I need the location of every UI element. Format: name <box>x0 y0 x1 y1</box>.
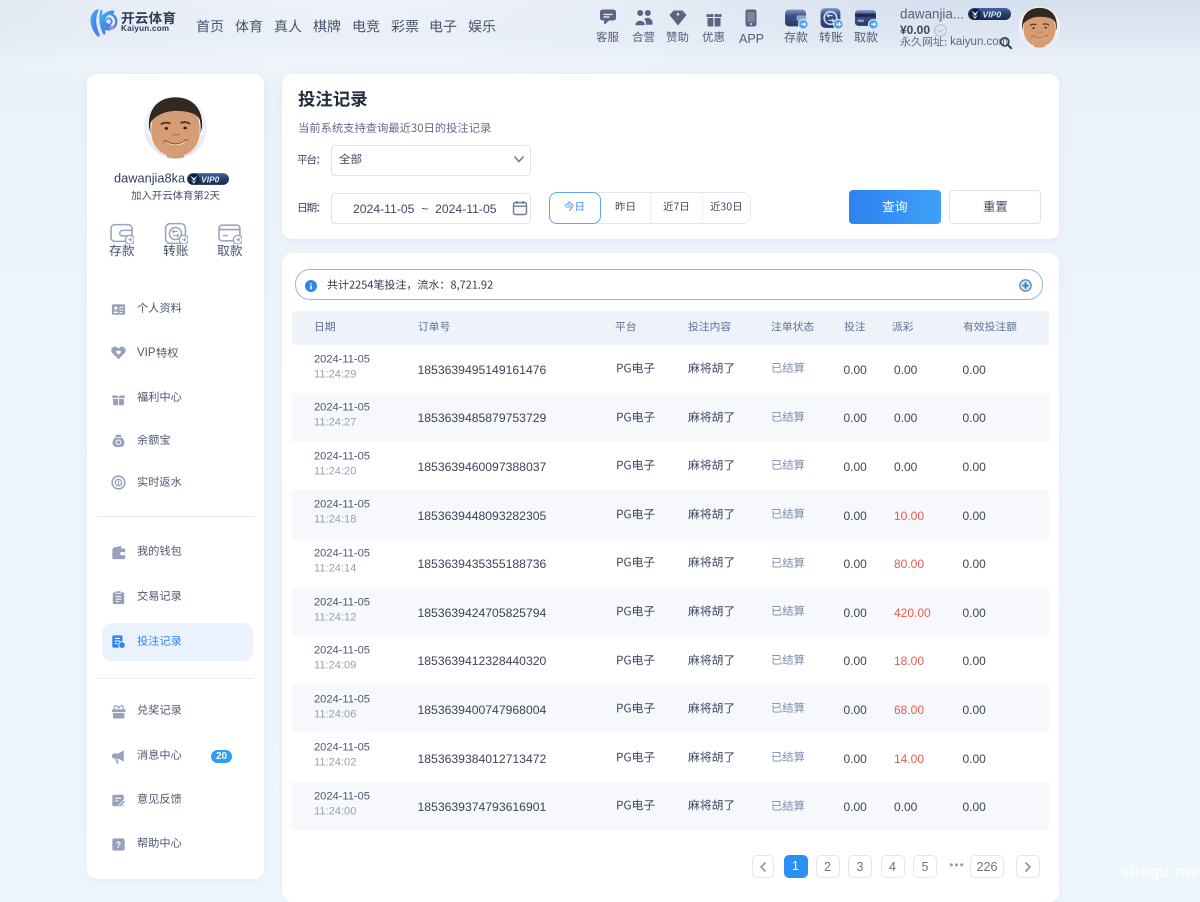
svg-text:VIP0: VIP0 <box>983 9 1002 19</box>
svg-text:?: ? <box>116 839 121 849</box>
svg-text:VIP0: VIP0 <box>201 174 220 184</box>
